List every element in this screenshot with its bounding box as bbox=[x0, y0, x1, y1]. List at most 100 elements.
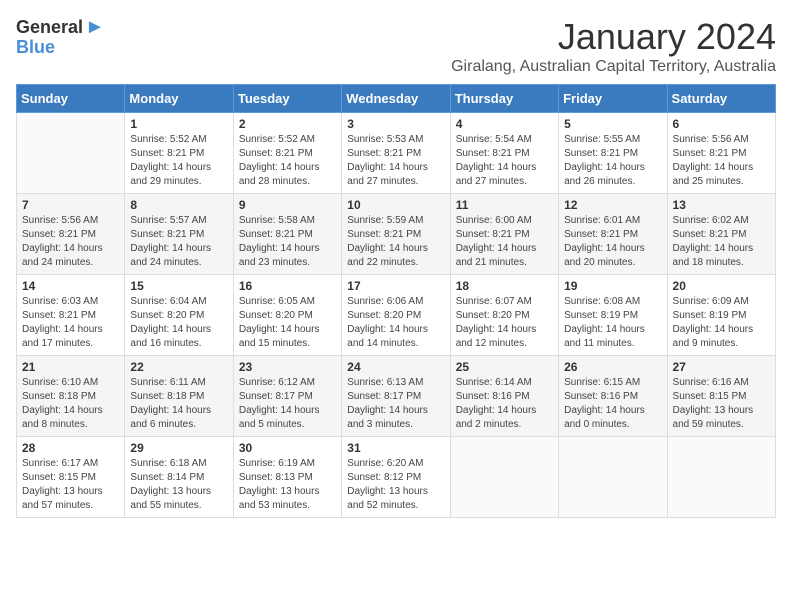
calendar-cell: 26 Sunrise: 6:15 AM Sunset: 8:16 PM Dayli… bbox=[559, 356, 667, 437]
day-number: 14 bbox=[22, 279, 119, 293]
day-number: 10 bbox=[347, 198, 444, 212]
day-number: 19 bbox=[564, 279, 661, 293]
calendar-cell: 16 Sunrise: 6:05 AM Sunset: 8:20 PM Dayli… bbox=[233, 275, 341, 356]
logo-blue: Blue bbox=[16, 37, 55, 58]
day-info: Sunrise: 6:02 AM Sunset: 8:21 PM Dayligh… bbox=[673, 214, 770, 270]
day-number: 28 bbox=[22, 441, 119, 455]
location-title: Giralang, Australian Capital Territory, … bbox=[451, 58, 776, 76]
calendar-cell: 13 Sunrise: 6:02 AM Sunset: 8:21 PM Dayli… bbox=[667, 194, 775, 275]
calendar-cell: 3Sunrise: 5:53 AM Sunset: 8:21 PM Daylig… bbox=[342, 113, 450, 194]
calendar-cell: 2Sunrise: 5:52 AM Sunset: 8:21 PM Daylig… bbox=[233, 113, 341, 194]
calendar-cell: 30 Sunrise: 6:19 AM Sunset: 8:13 PM Dayli… bbox=[233, 437, 341, 518]
calendar-cell: 8 Sunrise: 5:57 AM Sunset: 8:21 PM Daylig… bbox=[125, 194, 233, 275]
day-number: 25 bbox=[456, 360, 553, 374]
logo-arrow-icon: ► bbox=[85, 16, 105, 39]
day-number: 1 bbox=[130, 117, 227, 131]
calendar-cell: 7 Sunrise: 5:56 AM Sunset: 8:21 PM Daylig… bbox=[17, 194, 125, 275]
calendar-cell: 4Sunrise: 5:54 AM Sunset: 8:21 PM Daylig… bbox=[450, 113, 558, 194]
day-info: Sunrise: 6:03 AM Sunset: 8:21 PM Dayligh… bbox=[22, 295, 119, 351]
day-info: Sunrise: 6:15 AM Sunset: 8:16 PM Dayligh… bbox=[564, 376, 661, 432]
header-day-friday: Friday bbox=[559, 85, 667, 113]
day-info: Sunrise: 6:12 AM Sunset: 8:17 PM Dayligh… bbox=[239, 376, 336, 432]
header-day-wednesday: Wednesday bbox=[342, 85, 450, 113]
calendar-cell: 10 Sunrise: 5:59 AM Sunset: 8:21 PM Dayli… bbox=[342, 194, 450, 275]
day-number: 30 bbox=[239, 441, 336, 455]
day-number: 17 bbox=[347, 279, 444, 293]
calendar-cell: 18 Sunrise: 6:07 AM Sunset: 8:20 PM Dayli… bbox=[450, 275, 558, 356]
day-number: 11 bbox=[456, 198, 553, 212]
day-number: 5 bbox=[564, 117, 661, 131]
day-number: 23 bbox=[239, 360, 336, 374]
day-number: 22 bbox=[130, 360, 227, 374]
day-info: Sunrise: 6:13 AM Sunset: 8:17 PM Dayligh… bbox=[347, 376, 444, 432]
day-info: Sunrise: 6:07 AM Sunset: 8:20 PM Dayligh… bbox=[456, 295, 553, 351]
calendar-cell: 23 Sunrise: 6:12 AM Sunset: 8:17 PM Dayli… bbox=[233, 356, 341, 437]
day-info: Sunrise: 6:04 AM Sunset: 8:20 PM Dayligh… bbox=[130, 295, 227, 351]
header: General ► Blue January 2024 Giralang, Au… bbox=[16, 16, 776, 76]
calendar-cell: 31 Sunrise: 6:20 AM Sunset: 8:12 PM Dayli… bbox=[342, 437, 450, 518]
calendar-cell bbox=[450, 437, 558, 518]
day-number: 24 bbox=[347, 360, 444, 374]
day-number: 26 bbox=[564, 360, 661, 374]
day-info: Sunrise: 6:00 AM Sunset: 8:21 PM Dayligh… bbox=[456, 214, 553, 270]
day-info: Sunrise: 6:16 AM Sunset: 8:15 PM Dayligh… bbox=[673, 376, 770, 432]
day-number: 16 bbox=[239, 279, 336, 293]
calendar-cell: 20 Sunrise: 6:09 AM Sunset: 8:19 PM Dayli… bbox=[667, 275, 775, 356]
day-info: Sunrise: 6:19 AM Sunset: 8:13 PM Dayligh… bbox=[239, 457, 336, 513]
day-number: 15 bbox=[130, 279, 227, 293]
calendar-cell: 9Sunrise: 5:58 AM Sunset: 8:21 PM Daylig… bbox=[233, 194, 341, 275]
header-day-sunday: Sunday bbox=[17, 85, 125, 113]
day-info: Sunrise: 5:59 AM Sunset: 8:21 PM Dayligh… bbox=[347, 214, 444, 270]
logo: General ► Blue bbox=[16, 16, 105, 58]
calendar-cell: 14 Sunrise: 6:03 AM Sunset: 8:21 PM Dayli… bbox=[17, 275, 125, 356]
calendar-cell: 22Sunrise: 6:11 AM Sunset: 8:18 PM Dayli… bbox=[125, 356, 233, 437]
calendar-cell: 25 Sunrise: 6:14 AM Sunset: 8:16 PM Dayli… bbox=[450, 356, 558, 437]
day-info: Sunrise: 6:09 AM Sunset: 8:19 PM Dayligh… bbox=[673, 295, 770, 351]
calendar-week-2: 7 Sunrise: 5:56 AM Sunset: 8:21 PM Daylig… bbox=[17, 194, 776, 275]
calendar-cell: 1 Sunrise: 5:52 AM Sunset: 8:21 PM Daylig… bbox=[125, 113, 233, 194]
calendar-cell: 6 Sunrise: 5:56 AM Sunset: 8:21 PM Daylig… bbox=[667, 113, 775, 194]
calendar-cell: 21Sunrise: 6:10 AM Sunset: 8:18 PM Dayli… bbox=[17, 356, 125, 437]
calendar-cell: 5 Sunrise: 5:55 AM Sunset: 8:21 PM Daylig… bbox=[559, 113, 667, 194]
day-number: 8 bbox=[130, 198, 227, 212]
day-number: 13 bbox=[673, 198, 770, 212]
day-number: 27 bbox=[673, 360, 770, 374]
day-number: 7 bbox=[22, 198, 119, 212]
day-info: Sunrise: 6:18 AM Sunset: 8:14 PM Dayligh… bbox=[130, 457, 227, 513]
day-number: 6 bbox=[673, 117, 770, 131]
calendar-cell bbox=[17, 113, 125, 194]
day-info: Sunrise: 5:54 AM Sunset: 8:21 PM Dayligh… bbox=[456, 133, 553, 189]
day-info: Sunrise: 5:52 AM Sunset: 8:21 PM Dayligh… bbox=[130, 133, 227, 189]
day-info: Sunrise: 6:14 AM Sunset: 8:16 PM Dayligh… bbox=[456, 376, 553, 432]
header-day-saturday: Saturday bbox=[667, 85, 775, 113]
calendar-week-4: 21Sunrise: 6:10 AM Sunset: 8:18 PM Dayli… bbox=[17, 356, 776, 437]
calendar-cell bbox=[559, 437, 667, 518]
calendar-cell: 11 Sunrise: 6:00 AM Sunset: 8:21 PM Dayli… bbox=[450, 194, 558, 275]
day-number: 29 bbox=[130, 441, 227, 455]
header-day-monday: Monday bbox=[125, 85, 233, 113]
calendar-cell: 27 Sunrise: 6:16 AM Sunset: 8:15 PM Dayli… bbox=[667, 356, 775, 437]
day-info: Sunrise: 6:05 AM Sunset: 8:20 PM Dayligh… bbox=[239, 295, 336, 351]
day-info: Sunrise: 5:56 AM Sunset: 8:21 PM Dayligh… bbox=[22, 214, 119, 270]
calendar-week-1: 1 Sunrise: 5:52 AM Sunset: 8:21 PM Daylig… bbox=[17, 113, 776, 194]
day-info: Sunrise: 5:55 AM Sunset: 8:21 PM Dayligh… bbox=[564, 133, 661, 189]
day-info: Sunrise: 5:57 AM Sunset: 8:21 PM Dayligh… bbox=[130, 214, 227, 270]
day-number: 18 bbox=[456, 279, 553, 293]
day-info: Sunrise: 5:58 AM Sunset: 8:21 PM Dayligh… bbox=[239, 214, 336, 270]
day-info: Sunrise: 6:20 AM Sunset: 8:12 PM Dayligh… bbox=[347, 457, 444, 513]
header-day-thursday: Thursday bbox=[450, 85, 558, 113]
logo-general: General bbox=[16, 17, 83, 38]
day-number: 31 bbox=[347, 441, 444, 455]
calendar-table: SundayMondayTuesdayWednesdayThursdayFrid… bbox=[16, 84, 776, 518]
day-info: Sunrise: 5:56 AM Sunset: 8:21 PM Dayligh… bbox=[673, 133, 770, 189]
day-number: 2 bbox=[239, 117, 336, 131]
calendar-cell: 17 Sunrise: 6:06 AM Sunset: 8:20 PM Dayli… bbox=[342, 275, 450, 356]
day-number: 20 bbox=[673, 279, 770, 293]
day-info: Sunrise: 5:53 AM Sunset: 8:21 PM Dayligh… bbox=[347, 133, 444, 189]
calendar-cell: 24 Sunrise: 6:13 AM Sunset: 8:17 PM Dayli… bbox=[342, 356, 450, 437]
calendar-cell: 28Sunrise: 6:17 AM Sunset: 8:15 PM Dayli… bbox=[17, 437, 125, 518]
calendar-cell: 12Sunrise: 6:01 AM Sunset: 8:21 PM Dayli… bbox=[559, 194, 667, 275]
day-info: Sunrise: 6:06 AM Sunset: 8:20 PM Dayligh… bbox=[347, 295, 444, 351]
title-section: January 2024 Giralang, Australian Capita… bbox=[451, 16, 776, 76]
calendar-cell: 29 Sunrise: 6:18 AM Sunset: 8:14 PM Dayli… bbox=[125, 437, 233, 518]
